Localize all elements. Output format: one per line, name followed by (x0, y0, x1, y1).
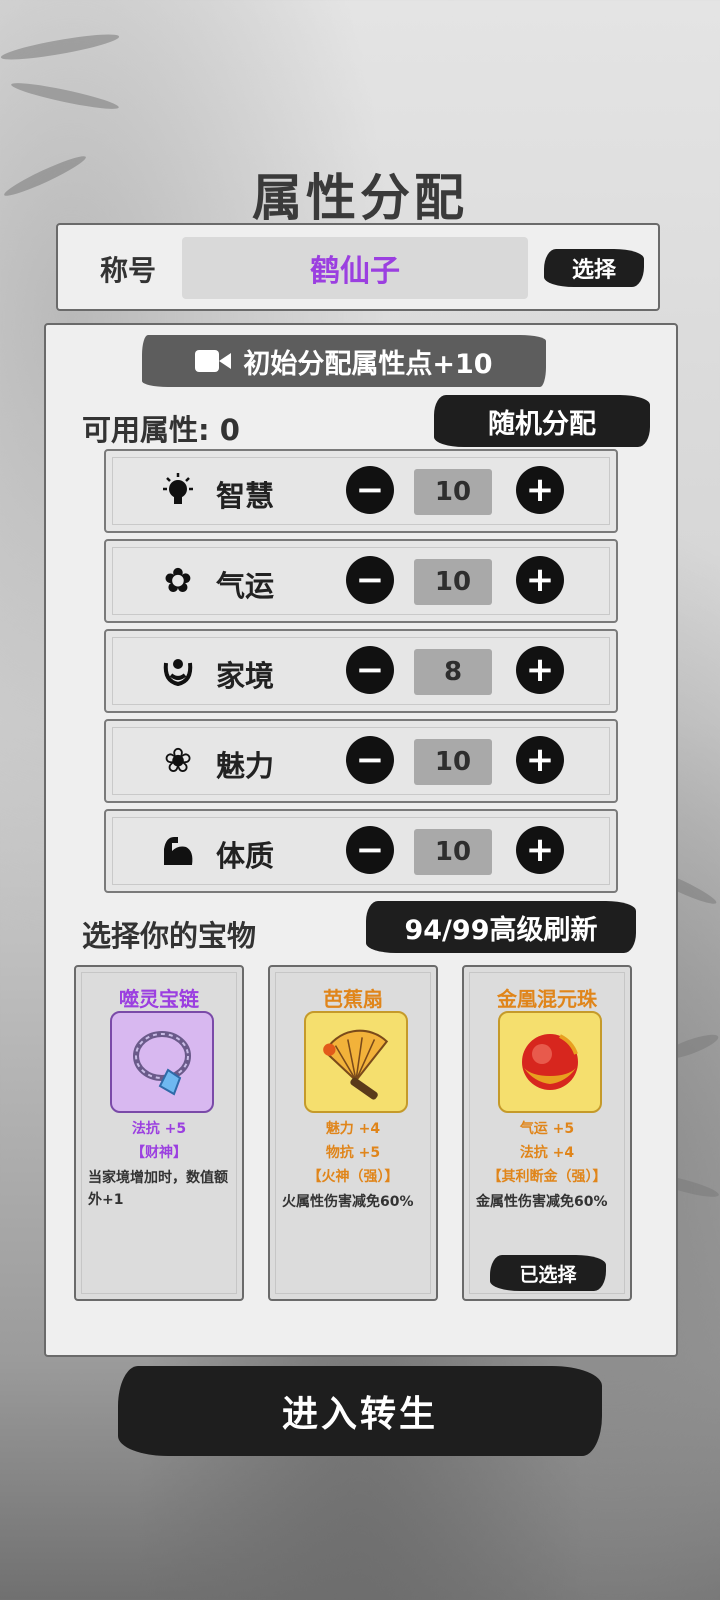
treasure-section-title: 选择你的宝物 (82, 919, 257, 953)
family-icon (158, 651, 198, 691)
attribute-name: 家境 (216, 659, 275, 693)
advanced-refresh-button[interactable]: 94/99高级刷新 (366, 901, 636, 953)
increase-button[interactable]: + (516, 556, 564, 604)
nickname-value: 鹤仙子 (182, 237, 528, 299)
bamboo-leaf-decoration (9, 78, 121, 114)
treasure-tag: 【财神】 (131, 1145, 187, 1161)
treasure-stat: 魅力 +4 (325, 1121, 381, 1137)
treasure-stat: 物抗 +5 (325, 1145, 381, 1161)
treasure-card-selected[interactable]: 金凰混元珠 气运 +5 法抗 +4 【其利断金（强）】 金属性伤害减免60% 已… (462, 965, 632, 1301)
page-title: 属性分配 (252, 169, 468, 227)
clover-icon: ✿ (163, 561, 193, 601)
attribute-row-luck: ✿ 气运 − 10 + (104, 539, 618, 623)
attribute-value: 10 (414, 739, 492, 785)
bamboo-leaf-decoration (0, 29, 121, 65)
treasure-stat: 法抗 +4 (519, 1145, 575, 1161)
treasure-tag: 【其利断金（强）】 (487, 1169, 607, 1185)
attribute-row-charm: ❀ 魅力 − 10 + (104, 719, 618, 803)
increase-button[interactable]: + (516, 736, 564, 784)
chain-necklace-icon (110, 1011, 214, 1113)
enter-rebirth-button[interactable]: 进入转生 (118, 1366, 602, 1456)
attribute-value: 8 (414, 649, 492, 695)
decrease-button[interactable]: − (346, 466, 394, 514)
flower-icon: ❀ (163, 741, 193, 781)
decrease-button[interactable]: − (346, 556, 394, 604)
attribute-row-wisdom: 智慧 − 10 + (104, 449, 618, 533)
attribute-name: 智慧 (216, 479, 275, 513)
fan-icon (304, 1011, 408, 1113)
treasure-stats: 气运 +5 法抗 +4 【其利断金（强）】 (464, 1117, 630, 1189)
nickname-label: 称号 (100, 254, 157, 287)
random-allocate-button[interactable]: 随机分配 (434, 395, 650, 447)
video-camera-icon (195, 348, 232, 374)
available-points: 可用属性: 0 (82, 413, 240, 447)
increase-button[interactable]: + (516, 826, 564, 874)
treasure-card[interactable]: 芭蕉扇 魅力 +4 物抗 +5 【火神（强）】 火属性伤害减免60% (268, 965, 438, 1301)
attribute-value: 10 (414, 829, 492, 875)
treasure-description: 金属性伤害减免60% (476, 1194, 608, 1210)
treasure-name: 噬灵宝链 (119, 987, 199, 1011)
treasure-card[interactable]: 噬灵宝链 法抗 +5 【财神】 当家境增加时，数值额外+1 (74, 965, 244, 1301)
attribute-row-constitution: 体质 − 10 + (104, 809, 618, 893)
selected-badge: 已选择 (490, 1255, 606, 1291)
treasure-name: 芭蕉扇 (323, 987, 383, 1011)
banner-text: 初始分配属性点+10 (243, 348, 493, 380)
increase-button[interactable]: + (516, 646, 564, 694)
lightbulb-icon (158, 471, 198, 511)
treasure-description: 当家境增加时，数值额外+1 (88, 1170, 228, 1208)
attribute-name: 魅力 (216, 749, 275, 783)
attribute-value: 10 (414, 559, 492, 605)
treasure-tag: 【火神（强）】 (307, 1169, 399, 1185)
attribute-name: 气运 (216, 569, 275, 603)
treasure-name: 金凰混元珠 (497, 987, 597, 1011)
muscle-icon (158, 831, 198, 871)
attribute-panel: 初始分配属性点+10 可用属性: 0 随机分配 智慧 − 10 + ✿ 气运 −… (44, 323, 678, 1357)
nickname-panel: 称号 鹤仙子 选择 (56, 223, 660, 311)
attribute-row-family: 家境 − 8 + (104, 629, 618, 713)
treasure-stats: 法抗 +5 【财神】 (76, 1117, 242, 1165)
decrease-button[interactable]: − (346, 646, 394, 694)
select-nickname-button[interactable]: 选择 (544, 249, 644, 287)
treasure-stats: 魅力 +4 物抗 +5 【火神（强）】 (270, 1117, 436, 1189)
watch-ad-bonus-banner[interactable]: 初始分配属性点+10 (142, 335, 546, 387)
treasure-description: 火属性伤害减免60% (282, 1194, 414, 1210)
decrease-button[interactable]: − (346, 826, 394, 874)
decrease-button[interactable]: − (346, 736, 394, 784)
treasure-stat: 法抗 +5 (131, 1121, 187, 1137)
attribute-name: 体质 (216, 839, 275, 873)
red-orb-icon (498, 1011, 602, 1113)
attribute-value: 10 (414, 469, 492, 515)
treasure-stat: 气运 +5 (519, 1121, 575, 1137)
increase-button[interactable]: + (516, 466, 564, 514)
